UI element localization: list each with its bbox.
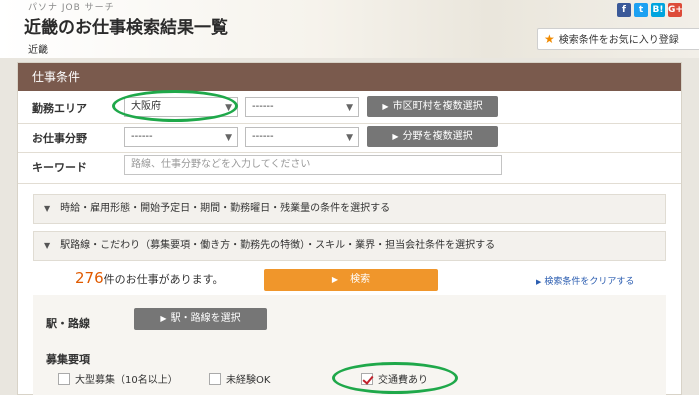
area-breadcrumb: 近畿	[28, 45, 48, 56]
job-field-select-2-value: ------	[252, 131, 274, 142]
select-station-label: 駅・路線を選択	[170, 313, 241, 324]
job-field-select-1[interactable]: ------ ▼	[124, 127, 238, 147]
play-arrow-icon: ▶	[392, 132, 399, 141]
play-arrow-icon: ▶	[160, 314, 167, 323]
google-plus-icon[interactable]: G+	[668, 3, 683, 17]
prefecture-select-value: 大阪府	[131, 101, 161, 112]
checkbox-icon[interactable]	[58, 373, 70, 385]
work-area-label: 勤務エリア	[32, 102, 87, 115]
city-select[interactable]: ------ ▼	[245, 97, 359, 117]
page-header: パソナ JOB サーチ 近畿のお仕事検索結果一覧 近畿 f t B! G+ ★ 検…	[0, 0, 699, 58]
keyword-placeholder: 路線、仕事分野などを入力してください	[131, 159, 311, 170]
facebook-icon[interactable]: f	[617, 3, 631, 17]
prefecture-select[interactable]: 大阪府 ▼	[124, 97, 238, 117]
select-multiple-cities-button[interactable]: ▶ 市区町村を複数選択	[367, 96, 498, 117]
keyword-label: キーワード	[32, 161, 87, 174]
recruit-label: 募集要項	[46, 353, 90, 366]
checkbox-icon[interactable]	[209, 373, 221, 385]
checkbox-inexperienced-ok-label: 未経験OK	[226, 375, 271, 386]
accordion-wage-conditions[interactable]: ▼ 時給・雇用形態・開始予定日・期間・勤務曜日・残業量の条件を選択する	[33, 194, 666, 224]
checkbox-inexperienced-ok[interactable]: 未経験OK	[209, 373, 270, 388]
result-count-suffix: 件のお仕事があります。	[103, 273, 224, 286]
select-multiple-fields-button[interactable]: ▶ 分野を複数選択	[367, 126, 498, 147]
chevron-down-icon: ▼	[346, 133, 353, 143]
checkbox-transport-paid[interactable]: 交通費あり	[361, 373, 428, 388]
checkbox-transport-paid-label: 交通費あり	[378, 375, 428, 386]
triangle-down-icon: ▼	[44, 241, 51, 250]
twitter-icon[interactable]: t	[634, 3, 648, 17]
chevron-down-icon: ▼	[225, 133, 232, 143]
checkbox-large-recruitment-label: 大型募集（10名以上）	[75, 375, 178, 386]
clear-conditions-label: 検索条件をクリアする	[544, 277, 635, 287]
play-arrow-icon: ▶	[382, 102, 389, 111]
page-title: 近畿のお仕事検索結果一覧	[24, 18, 228, 38]
keyword-input[interactable]: 路線、仕事分野などを入力してください	[124, 155, 502, 175]
search-button-label: 検索	[350, 274, 371, 285]
checkbox-large-recruitment[interactable]: 大型募集（10名以上）	[58, 373, 178, 388]
accordion-wage-label: 時給・雇用形態・開始予定日・期間・勤務曜日・残業量の条件を選択する	[60, 203, 391, 214]
brand-logo-text: パソナ JOB サーチ	[28, 3, 115, 13]
accordion-station-conditions[interactable]: ▼ 駅路線・こだわり（募集要項・働き方・勤務先の特徴）・スキル・業界・担当会社条件…	[33, 231, 666, 261]
accordion-station-label: 駅路線・こだわり（募集要項・働き方・勤務先の特徴）・スキル・業界・担当会社条件を…	[60, 240, 496, 251]
result-count-number: 276	[75, 269, 104, 287]
checkmark-icon[interactable]	[361, 373, 373, 385]
job-field-select-1-value: ------	[131, 131, 153, 142]
job-field-label: お仕事分野	[32, 132, 87, 145]
chevron-down-icon: ▼	[225, 103, 232, 113]
star-icon: ★	[544, 32, 555, 46]
chevron-down-icon: ▼	[346, 103, 353, 113]
row-divider	[18, 152, 681, 153]
favorite-search-button[interactable]: ★ 検索条件をお気に入り登録	[537, 28, 699, 50]
hatena-bookmark-icon[interactable]: B!	[651, 3, 665, 17]
station-label: 駅・路線	[46, 317, 90, 330]
conditions-heading: 仕事条件	[18, 63, 681, 91]
play-arrow-icon: ▶	[331, 275, 339, 284]
favorite-search-label: 検索条件をお気に入り登録	[558, 35, 679, 46]
row-divider	[18, 123, 681, 124]
play-arrow-icon: ▶	[536, 278, 542, 286]
search-conditions-panel: 仕事条件 勤務エリア 大阪府 ▼ ------ ▼ ▶ 市区町村を複数選択 お仕事…	[17, 62, 682, 395]
job-field-select-2[interactable]: ------ ▼	[245, 127, 359, 147]
clear-conditions-link[interactable]: ▶ 検索条件をクリアする	[536, 274, 634, 287]
city-select-value: ------	[252, 101, 274, 112]
search-button[interactable]: ▶ 検索	[264, 269, 438, 291]
result-count: 276件のお仕事があります。	[75, 269, 224, 287]
triangle-down-icon: ▼	[44, 204, 51, 213]
row-divider	[18, 183, 681, 184]
select-station-button[interactable]: ▶ 駅・路線を選択	[134, 308, 267, 330]
select-multiple-fields-label: 分野を複数選択	[402, 131, 473, 142]
select-multiple-cities-label: 市区町村を複数選択	[392, 101, 483, 112]
